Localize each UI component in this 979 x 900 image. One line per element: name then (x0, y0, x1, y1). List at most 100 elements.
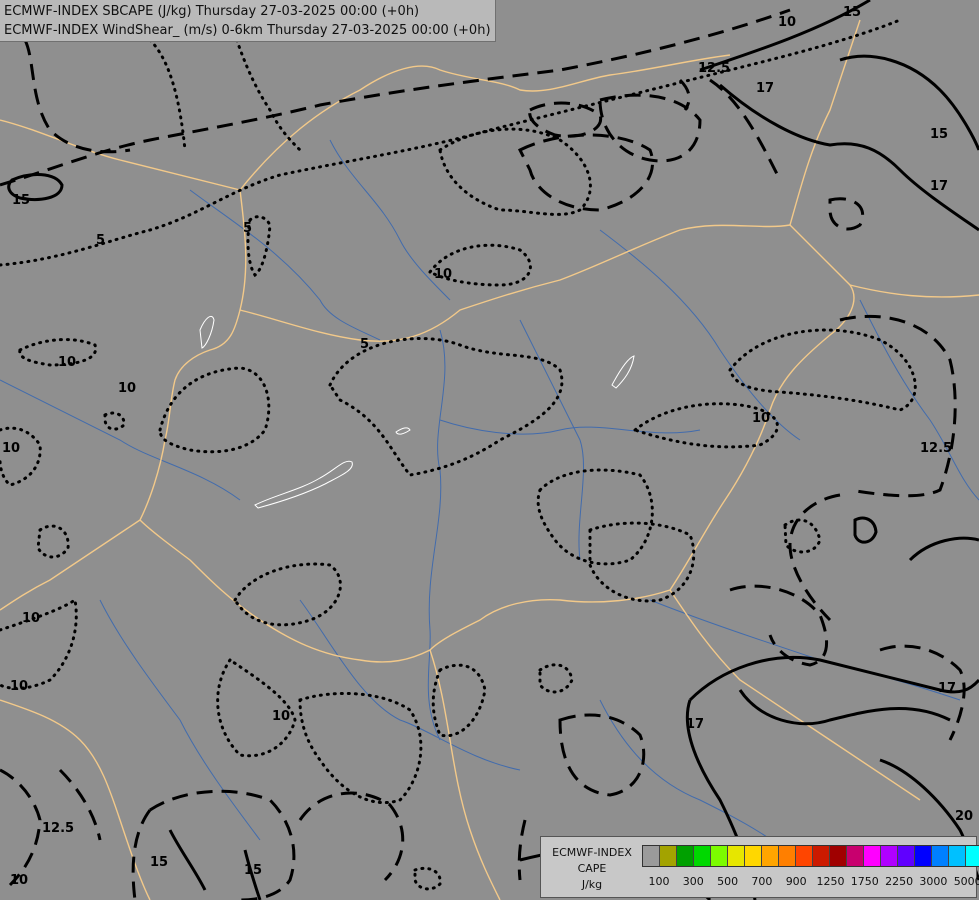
contour-label: 5 (243, 221, 252, 236)
contour-label: 12.5 (42, 821, 74, 836)
lake (611, 355, 635, 389)
lakes-layer (199, 315, 635, 509)
contour-label: 15 (930, 127, 948, 142)
contour-label: 20 (955, 809, 973, 824)
river (439, 419, 701, 435)
contour-line (517, 819, 527, 881)
contour-line (738, 689, 951, 726)
contour-label: 10 (778, 15, 796, 30)
contour-label: 10 (2, 441, 20, 456)
legend-swatch (711, 846, 728, 866)
border (789, 19, 861, 226)
legend-swatch (660, 846, 677, 866)
legend-swatch (745, 846, 762, 866)
border (139, 519, 671, 663)
contour-label: 10 (752, 411, 770, 426)
contour-line (36, 524, 70, 559)
contour-line (413, 866, 442, 891)
legend-tick-label: 2250 (885, 875, 914, 888)
contour-label: 15 (150, 855, 168, 870)
border (0, 54, 731, 191)
contour-line (233, 562, 342, 627)
contour-line (168, 829, 207, 891)
map-title-box: ECMWF-INDEX SBCAPE (J/kg) Thursday 27-03… (0, 0, 496, 42)
contour-line (149, 789, 296, 900)
legend-tick-label: 5000 (953, 875, 979, 888)
legend-tick-label: 1250 (816, 875, 845, 888)
contour-line (328, 337, 564, 477)
contour-label: 12.5 (920, 441, 952, 456)
legend-color-bar (642, 845, 979, 867)
solid-contours (7, 0, 979, 900)
border (669, 224, 855, 591)
legend-tick-label: 100 (648, 875, 670, 888)
contour-line (0, 768, 42, 887)
contour-line (0, 18, 902, 267)
legend-title-line: CAPE (577, 862, 607, 875)
legend-swatch (949, 846, 966, 866)
contour-line (828, 197, 865, 231)
legend-swatch (694, 846, 711, 866)
legend-title-line: ECMWF-INDEX (552, 846, 632, 859)
river (649, 599, 961, 701)
lake-balaton (254, 460, 353, 509)
contour-label: 12.5 (698, 61, 730, 76)
legend-swatch (643, 846, 660, 866)
contour-line (298, 791, 405, 882)
contour-label: 10 (118, 381, 136, 396)
legend-tick-label: 900 (785, 875, 807, 888)
legend-tick-label: 3000 (919, 875, 948, 888)
lake (395, 427, 411, 435)
contour-line (216, 657, 297, 758)
borders-layer (0, 19, 979, 900)
river (329, 139, 451, 301)
legend-swatch (728, 846, 745, 866)
contour-label: 10 (10, 679, 28, 694)
lake (199, 315, 215, 349)
cape-title: ECMWF-INDEX SBCAPE (J/kg) Thursday 27-03… (4, 4, 420, 19)
legend-ticks: 100 300 500 700 900 1250 1750 2250 3000 5000 (642, 875, 979, 889)
legend-title: ECMWF-INDEX CAPE J/kg (545, 845, 639, 893)
contour-label: 5 (360, 337, 369, 352)
contour-label: 17 (756, 81, 774, 96)
contour-label: 10 (434, 267, 452, 282)
legend-tick-label: 500 (717, 875, 739, 888)
legend-swatch (932, 846, 949, 866)
contour-label: 15 (12, 193, 30, 208)
contour-label: 15 (244, 863, 262, 878)
contour-line (528, 101, 603, 138)
contour-line (839, 54, 979, 151)
contour-label: 10 (272, 709, 290, 724)
dotted-contours (0, 18, 917, 891)
border (849, 284, 979, 298)
rivers-layer (0, 139, 979, 881)
cape-legend: ECMWF-INDEX CAPE J/kg 100 300 500 700 900 125… (540, 836, 979, 898)
contour-label: 17 (686, 717, 704, 732)
contour-line (588, 521, 696, 603)
legend-swatch (881, 846, 898, 866)
contour-line (719, 83, 979, 232)
contour-line (536, 468, 654, 566)
border (139, 189, 247, 521)
legend-tick-label: 700 (751, 875, 773, 888)
contour-line (298, 692, 423, 805)
contour-label: 10 (10, 873, 28, 888)
contour-line (688, 655, 979, 702)
border (429, 649, 501, 900)
contour-labels: 15 10 12.5 17 15 17 5 5 10 10 10 5 10 12… (2, 5, 973, 888)
contour-line (0, 426, 42, 487)
contour-line (538, 663, 574, 694)
contour-label: 17 (938, 681, 956, 696)
contour-label: 15 (843, 5, 861, 20)
contour-line (431, 663, 487, 738)
contour-label: 10 (22, 611, 40, 626)
legend-swatch (762, 846, 779, 866)
river (0, 379, 241, 501)
legend-swatch (796, 846, 813, 866)
contour-line (788, 493, 841, 622)
legend-swatch (966, 846, 979, 866)
border (0, 519, 141, 611)
legend-swatch (677, 846, 694, 866)
legend-tick-label: 300 (682, 875, 704, 888)
legend-tick-label: 1750 (850, 875, 879, 888)
